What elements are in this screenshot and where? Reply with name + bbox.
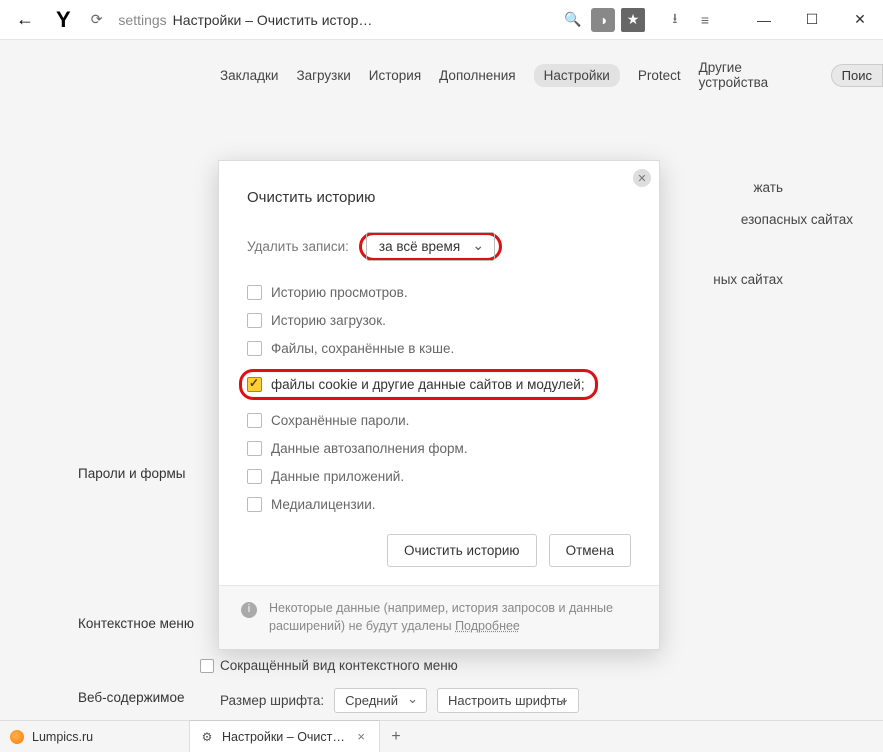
check-app-data[interactable]: Данные приложений. xyxy=(247,469,631,484)
checkbox-icon[interactable] xyxy=(247,313,262,328)
check-media-licenses[interactable]: Медиалицензии. xyxy=(247,497,631,512)
bg-text-peek: ных сайтах xyxy=(713,272,783,287)
settings-page: Закладки Загрузки История Дополнения Нас… xyxy=(0,40,883,720)
bookmark-star-icon[interactable]: ★ xyxy=(621,8,645,32)
nav-tab-devices[interactable]: Другие устройства xyxy=(699,60,813,90)
highlight-ring: файлы cookie и другие данные сайтов и мо… xyxy=(239,369,598,400)
tab-bar: Lumpics.ru ⚙ Настройки – Очистить и… × + xyxy=(0,720,883,752)
address-title: Настройки – Очистить истор… xyxy=(173,12,373,28)
checkbox-icon[interactable] xyxy=(247,469,262,484)
downloads-icon[interactable]: ⭳ xyxy=(663,8,687,32)
check-browsing-history[interactable]: Историю просмотров. xyxy=(247,285,631,300)
check-label: Историю просмотров. xyxy=(271,285,408,300)
close-window-button[interactable]: ✕ xyxy=(845,8,875,32)
check-cookies-row: файлы cookie и другие данные сайтов и мо… xyxy=(247,369,631,400)
checkbox-icon[interactable] xyxy=(247,497,262,512)
check-label: Историю загрузок. xyxy=(271,313,386,328)
check-label: Файлы, сохранённые в кэше. xyxy=(271,341,454,356)
nav-tab-protect[interactable]: Protect xyxy=(638,68,681,83)
label-short-context: Сокращённый вид контекстного меню xyxy=(220,658,458,673)
section-heading-webcontent: Веб-содержимое xyxy=(78,690,184,705)
check-label: файлы cookie и другие данные сайтов и мо… xyxy=(271,377,585,392)
search-icon[interactable]: 🔍 xyxy=(561,8,585,32)
minimize-button[interactable]: — xyxy=(749,8,779,32)
tab-close-button[interactable]: × xyxy=(353,729,369,744)
footer-text: Некоторые данные (например, история запр… xyxy=(269,600,637,635)
new-tab-button[interactable]: + xyxy=(380,721,412,752)
check-label: Медиалицензии. xyxy=(271,497,376,512)
reload-button[interactable]: ⟳ xyxy=(85,11,109,28)
checkbox-icon[interactable] xyxy=(247,341,262,356)
tab-settings[interactable]: ⚙ Настройки – Очистить и… × xyxy=(190,720,380,752)
time-range-row: Удалить записи: за всё время xyxy=(247,232,631,261)
window-controls: — ☐ ✕ xyxy=(749,8,875,32)
nav-tab-downloads[interactable]: Загрузки xyxy=(296,68,350,83)
dialog-footer: i Некоторые данные (например, история за… xyxy=(219,585,659,649)
back-button[interactable]: ← xyxy=(8,5,42,34)
menu-icon[interactable]: ≡ xyxy=(693,8,717,32)
clear-options-list: Историю просмотров. Историю загрузок. Фа… xyxy=(247,285,631,512)
learn-more-link[interactable]: Подробнее xyxy=(455,619,520,633)
check-download-history[interactable]: Историю загрузок. xyxy=(247,313,631,328)
clear-history-dialog: ✕ Очистить историю Удалить записи: за вс… xyxy=(218,160,660,650)
shield-icon[interactable]: ◑ xyxy=(591,8,615,32)
info-icon: i xyxy=(241,602,257,618)
checkbox-short-context[interactable] xyxy=(200,659,214,673)
nav-tab-settings[interactable]: Настройки xyxy=(534,64,620,87)
check-autofill[interactable]: Данные автозаполнения форм. xyxy=(247,441,631,456)
highlight-ring: за всё время xyxy=(359,232,502,261)
tab-title: Настройки – Очистить и… xyxy=(222,730,345,744)
checkbox-icon[interactable] xyxy=(247,413,262,428)
section-heading-passwords: Пароли и формы xyxy=(78,466,186,481)
nav-tab-bookmarks[interactable]: Закладки xyxy=(220,68,278,83)
cancel-button[interactable]: Отмена xyxy=(549,534,631,567)
favicon-icon xyxy=(10,730,24,744)
dialog-title: Очистить историю xyxy=(247,189,631,206)
checkbox-icon[interactable] xyxy=(247,285,262,300)
bg-text-peek: жать xyxy=(754,180,783,195)
time-range-select[interactable]: за всё время xyxy=(366,232,495,261)
check-label: Сохранённые пароли. xyxy=(271,413,409,428)
address-prefix: settings xyxy=(118,12,166,28)
dialog-close-button[interactable]: ✕ xyxy=(633,169,651,187)
browser-toolbar: ← Y ⟳ settings Настройки – Очистить исто… xyxy=(0,0,883,40)
tab-lumpics[interactable]: Lumpics.ru xyxy=(0,721,190,752)
check-label: Данные приложений. xyxy=(271,469,404,484)
font-size-row: Размер шрифта: Средний Настроить шрифты xyxy=(220,688,579,713)
time-range-label: Удалить записи: xyxy=(247,239,349,254)
check-cache[interactable]: Файлы, сохранённые в кэше. xyxy=(247,341,631,356)
font-size-label: Размер шрифта: xyxy=(220,693,324,708)
customize-fonts-button[interactable]: Настроить шрифты xyxy=(437,688,579,713)
tab-title: Lumpics.ru xyxy=(32,730,179,744)
yandex-logo[interactable]: Y xyxy=(52,7,75,33)
nav-search-button[interactable]: Поис xyxy=(831,64,883,87)
address-bar[interactable]: settings Настройки – Очистить истор… xyxy=(118,12,551,28)
gear-icon: ⚙ xyxy=(200,730,214,744)
nav-tab-history[interactable]: История xyxy=(369,68,421,83)
check-passwords[interactable]: Сохранённые пароли. xyxy=(247,413,631,428)
dialog-buttons: Очистить историю Отмена xyxy=(247,534,631,567)
settings-nav: Закладки Загрузки История Дополнения Нас… xyxy=(0,40,883,108)
section-heading-contextmenu: Контекстное меню xyxy=(78,616,194,631)
clear-history-button[interactable]: Очистить историю xyxy=(387,534,537,567)
nav-tab-addons[interactable]: Дополнения xyxy=(439,68,515,83)
font-size-select[interactable]: Средний xyxy=(334,688,427,713)
maximize-button[interactable]: ☐ xyxy=(797,8,827,32)
toolbar-icons: 🔍 ◑ ★ ⭳ ≡ xyxy=(561,8,717,32)
checkbox-icon[interactable] xyxy=(247,441,262,456)
check-label: Данные автозаполнения форм. xyxy=(271,441,468,456)
checkbox-icon[interactable] xyxy=(247,377,262,392)
bg-text-peek: езопасных сайтах xyxy=(741,212,853,227)
